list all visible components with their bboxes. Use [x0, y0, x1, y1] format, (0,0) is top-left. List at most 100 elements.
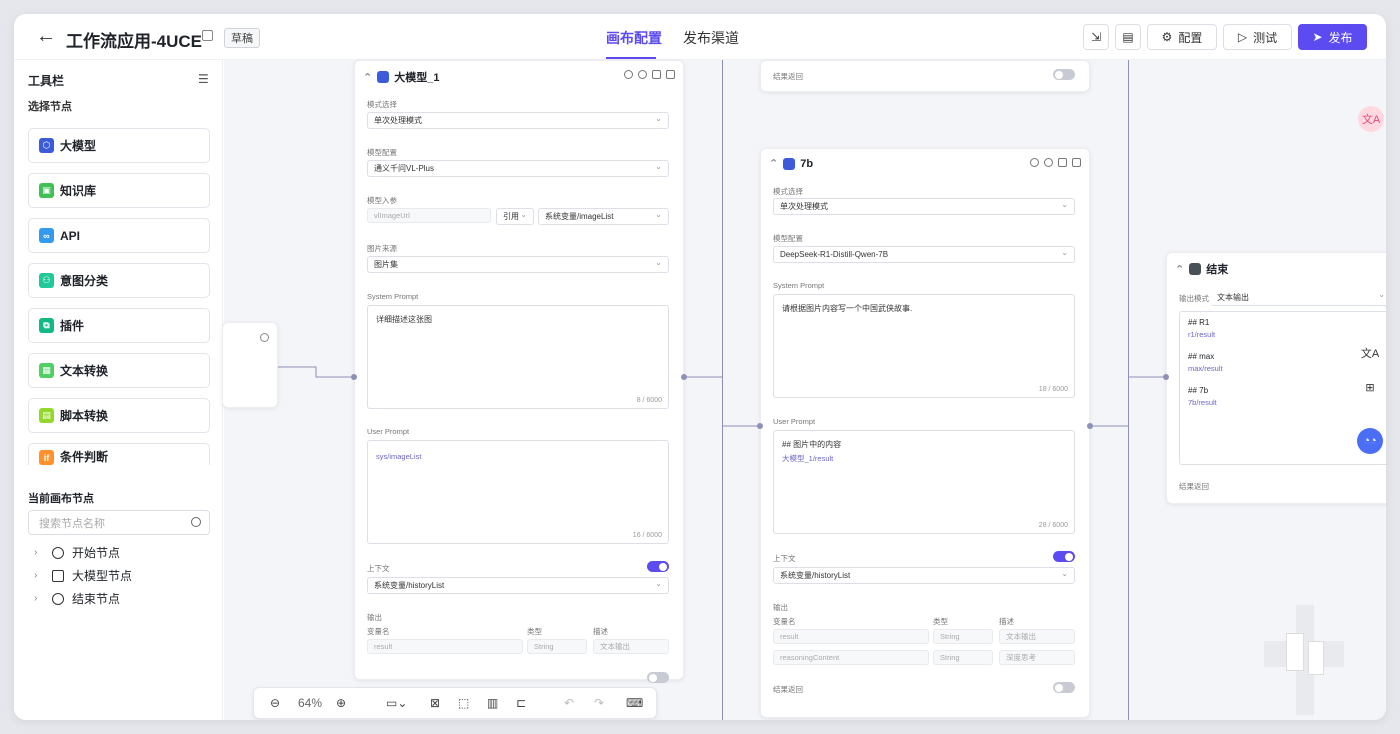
chevron-up-icon[interactable]: ⌃ — [1175, 263, 1184, 276]
output-desc-field: 文本输出 — [999, 629, 1075, 644]
output-port[interactable] — [681, 374, 687, 380]
translate-icon[interactable]: 文A — [1357, 340, 1383, 366]
context-toggle[interactable] — [1053, 551, 1075, 562]
mode-select[interactable]: 单次处理模式 — [367, 112, 669, 129]
zoom-in-icon[interactable]: ⊕ — [336, 696, 346, 710]
context-select[interactable]: 系统变量/historyList — [367, 577, 669, 594]
col-desc: 描述 — [999, 617, 1014, 626]
node-title: 7b — [800, 157, 814, 170]
model-select[interactable]: 通义千问VL-Plus — [367, 160, 669, 177]
node-search-input[interactable]: 搜索节点名称 — [28, 510, 210, 535]
context-label: 上下文 — [773, 554, 796, 563]
minimap[interactable] — [1264, 605, 1344, 715]
fit-icon[interactable]: ⊠ — [430, 696, 440, 710]
redo-icon[interactable]: ↷ — [594, 696, 604, 710]
toolbar-sidebar: 工具栏 ☰ 选择节点 ⬡ 大模型 ▣ 知识库 ∞ API ⚇ 意图分类 ⧉ 插件 ▦ 文本转… — [14, 60, 223, 720]
tool-script[interactable]: ▤ 脚本转换 — [28, 398, 210, 433]
end-item: ## 7b 7b/result — [1188, 386, 1217, 407]
edit-title-icon[interactable] — [202, 30, 213, 41]
align-icon[interactable]: ⊏ — [516, 696, 526, 710]
test-label: 测试 — [1253, 30, 1278, 45]
delete-icon[interactable] — [666, 70, 675, 79]
end-output-field[interactable]: ## R1 r1/result ## max max/result ## 7b 7b/… — [1179, 311, 1386, 465]
model-select[interactable]: DeepSeek-R1-Distill-Qwen-7B — [773, 246, 1075, 263]
system-prompt-field[interactable]: 详细描述这张图 8 / 6000 — [367, 305, 669, 409]
input-port[interactable] — [351, 374, 357, 380]
cube-icon — [377, 71, 390, 83]
book-icon: ▣ — [39, 183, 54, 198]
zoom-out-icon[interactable]: ⊖ — [270, 696, 280, 710]
test-button[interactable]: ▷ 测试 — [1223, 24, 1292, 50]
tool-label: 条件判断 — [60, 450, 109, 464]
copy-icon[interactable] — [652, 70, 661, 79]
assistant-icon[interactable]: ◔◔ — [1357, 428, 1383, 454]
tree-item-end[interactable]: › 结束节点 — [34, 590, 120, 607]
layout-icon[interactable]: ▥ — [487, 696, 498, 710]
select-area-icon[interactable]: ⬚ — [458, 696, 469, 710]
fit-view-button[interactable]: ⇲ — [1083, 24, 1109, 50]
tool-knowledge[interactable]: ▣ 知识库 — [28, 173, 210, 208]
tab-publish-channel[interactable]: 发布渠道 — [683, 28, 739, 48]
history-button[interactable]: ▤ — [1115, 24, 1141, 50]
return-toggle[interactable] — [1053, 69, 1075, 80]
layout-select-icon[interactable]: ▭⌄ — [386, 696, 407, 710]
top-node-partial[interactable]: 结果返回 — [760, 60, 1090, 92]
system-prompt-label: System Prompt — [367, 292, 419, 301]
run-icon[interactable] — [638, 70, 647, 79]
llm-node-1[interactable]: ⌃ 大模型_1 模式选择 单次处理模式 模型配置 通义千问VL-Plus 模型入参… — [354, 60, 684, 683]
undo-icon[interactable]: ↶ — [564, 696, 574, 710]
output-type-field: String — [527, 639, 587, 654]
settings-icon[interactable] — [624, 70, 633, 79]
llm-node-7b[interactable]: ⌃ 7b 模式选择 单次处理模式 模型配置 DeepSeek-R1-Distill… — [760, 148, 1090, 718]
ref-value-select[interactable]: 系统变量/imageList — [538, 208, 669, 225]
back-arrow-icon[interactable]: ← — [36, 26, 56, 46]
delete-icon[interactable] — [1072, 158, 1081, 167]
settings-icon[interactable] — [1030, 158, 1039, 167]
user-prompt-text: ## 图片中的内容 — [782, 440, 842, 449]
gear-icon: ⚙ — [1161, 30, 1173, 44]
output-label: 输出 — [367, 613, 382, 622]
variable-ref: max/result — [1188, 364, 1223, 373]
output-mode-select[interactable]: 文本输出 — [1211, 289, 1386, 306]
end-node[interactable]: ⌃ 结束 输出模式 文本输出 ## R1 r1/result ## max max/r… — [1166, 252, 1386, 504]
node-title: 结束 — [1206, 264, 1229, 276]
user-prompt-field[interactable]: sys/imageList 16 / 6000 — [367, 440, 669, 544]
run-icon[interactable] — [1044, 158, 1053, 167]
keyboard-icon[interactable]: ⌨ — [626, 696, 643, 710]
input-port[interactable] — [757, 423, 763, 429]
tree-item-llm[interactable]: › 大模型节点 — [34, 567, 132, 584]
user-prompt-field[interactable]: ## 图片中的内容 大模型_1/result 28 / 6000 — [773, 430, 1075, 534]
context-toggle[interactable] — [647, 561, 669, 572]
return-toggle[interactable] — [1053, 682, 1075, 693]
chevron-up-icon[interactable]: ⌃ — [363, 71, 372, 84]
tree-item-start[interactable]: › 开始节点 — [34, 544, 120, 561]
tool-plugin[interactable]: ⧉ 插件 — [28, 308, 210, 343]
context-select[interactable]: 系统变量/historyList — [773, 567, 1075, 584]
active-tab-indicator — [606, 57, 656, 59]
return-toggle[interactable] — [647, 672, 669, 683]
input-port[interactable] — [1163, 374, 1169, 380]
translate-pink-icon[interactable]: 文A — [1358, 106, 1384, 132]
tool-condition[interactable]: if 条件判断 — [28, 443, 210, 465]
collapse-icon[interactable]: ☰ — [198, 72, 209, 86]
tab-canvas-config[interactable]: 画布配置 — [606, 28, 662, 48]
tool-text-transform[interactable]: ▦ 文本转换 — [28, 353, 210, 388]
workflow-canvas[interactable]: ⌃ 大模型_1 模式选择 单次处理模式 模型配置 通义千问VL-Plus 模型入参… — [222, 60, 1386, 720]
ref-type-select[interactable]: 引用 — [496, 208, 534, 225]
start-node-partial[interactable] — [222, 322, 278, 408]
system-prompt-field[interactable]: 请根据图片内容写一个中国武侠故事. 18 / 6000 — [773, 294, 1075, 398]
tool-intent[interactable]: ⚇ 意图分类 — [28, 263, 210, 298]
tool-api[interactable]: ∞ API — [28, 218, 210, 253]
tool-llm[interactable]: ⬡ 大模型 — [28, 128, 210, 163]
output-var-field: result — [367, 639, 523, 654]
settings-icon[interactable] — [260, 333, 269, 342]
config-button[interactable]: ⚙ 配置 — [1147, 24, 1217, 50]
output-type-field: String — [933, 650, 993, 665]
publish-button[interactable]: ➤ 发布 — [1298, 24, 1367, 50]
chevron-up-icon[interactable]: ⌃ — [769, 157, 778, 170]
grid-icon[interactable]: ⊞ — [1357, 374, 1383, 400]
output-port[interactable] — [1087, 423, 1093, 429]
copy-icon[interactable] — [1058, 158, 1067, 167]
mode-select[interactable]: 单次处理模式 — [773, 198, 1075, 215]
image-source-select[interactable]: 图片集 — [367, 256, 669, 273]
